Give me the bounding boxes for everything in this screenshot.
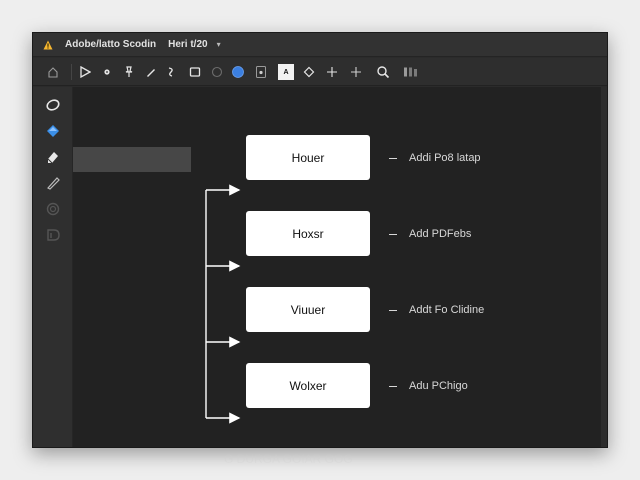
- shape-icon[interactable]: [43, 225, 63, 245]
- columns-icon[interactable]: [401, 62, 421, 82]
- node-annotation-text: Adu PChigo: [409, 380, 468, 392]
- dash-icon: [389, 309, 397, 311]
- lock-icon[interactable]: [251, 62, 271, 82]
- app-title: Adobe/latto Scodin: [65, 39, 157, 50]
- pin-icon[interactable]: [119, 62, 139, 82]
- document-name[interactable]: Heri t/20: [168, 39, 207, 50]
- fill-icon[interactable]: [43, 121, 63, 141]
- app-window: Adobe/latto Scodin Heri t/20 ▾ A Houer A…: [32, 32, 608, 448]
- ghost-status-text: G DURGA GOIAR GOG: [224, 452, 353, 466]
- circle-icon[interactable]: [207, 62, 227, 82]
- diamond-icon[interactable]: [299, 62, 319, 82]
- toolbar: A: [33, 58, 607, 86]
- warning-logo-icon: [43, 40, 53, 49]
- node-annotation: Add PDFebs: [389, 226, 471, 242]
- node-annotation: Addi Po8 latap: [389, 150, 481, 166]
- dash-icon: [389, 157, 397, 159]
- node-annotation-text: Addi Po8 latap: [409, 152, 481, 164]
- play-icon[interactable]: [75, 62, 95, 82]
- text-icon: A: [278, 64, 294, 80]
- eraser-icon[interactable]: [43, 147, 63, 167]
- chevron-down-icon[interactable]: ▾: [217, 40, 221, 49]
- node-annotation: Adu PChigo: [389, 378, 468, 394]
- title-bar: Adobe/latto Scodin Heri t/20 ▾: [33, 33, 607, 57]
- home-icon[interactable]: [43, 62, 63, 82]
- tool-panel: [33, 87, 73, 447]
- dot-icon[interactable]: [97, 62, 117, 82]
- plus-icon[interactable]: [346, 62, 366, 82]
- node-annotation-text: Addt Fo Clidine: [409, 304, 485, 316]
- dash-icon: [389, 385, 397, 387]
- select-icon[interactable]: [43, 95, 63, 115]
- node-annotation-text: Add PDFebs: [409, 228, 472, 240]
- diagram-node[interactable]: Hoxsr: [246, 211, 370, 256]
- diagram-node[interactable]: Viuuer: [246, 287, 370, 332]
- diagram-node[interactable]: Houer: [246, 135, 370, 180]
- toolbar-divider: [71, 64, 72, 80]
- diagram-node[interactable]: Wolxer: [246, 363, 370, 408]
- color-swatch-icon[interactable]: [228, 62, 248, 82]
- crosshair-icon[interactable]: [322, 62, 342, 82]
- curve-icon[interactable]: [161, 62, 181, 82]
- node-annotation: Addt Fo Clidine: [389, 302, 484, 318]
- scrollbar-track[interactable]: [601, 87, 607, 447]
- text-tool-button[interactable]: A: [276, 62, 296, 82]
- rotate-icon[interactable]: [43, 199, 63, 219]
- rectangle-icon[interactable]: [185, 62, 205, 82]
- dash-icon: [389, 233, 397, 235]
- pencil-icon[interactable]: [43, 173, 63, 193]
- pen-icon[interactable]: [141, 62, 161, 82]
- layer-panel-strip[interactable]: [73, 147, 191, 172]
- search-icon[interactable]: [373, 62, 393, 82]
